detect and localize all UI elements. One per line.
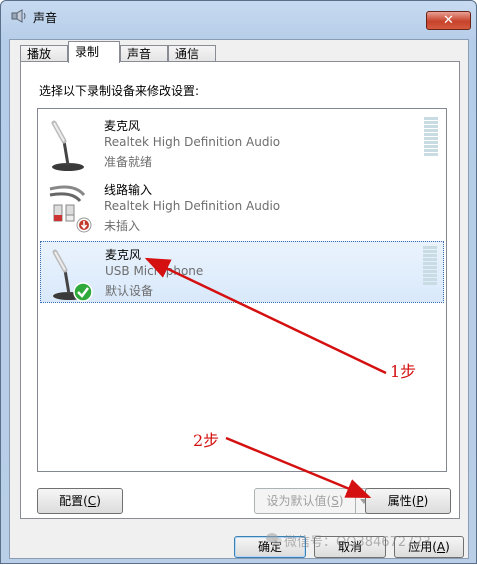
step-2-annotation: 2步 [193, 431, 220, 450]
access-key: A [436, 540, 446, 554]
device-driver: USB Microphone [105, 264, 204, 278]
device-status: 默认设备 [105, 284, 154, 298]
device-name: 麦克风 [105, 248, 142, 262]
device-status: 准备就绪 [104, 155, 153, 169]
level-meter [424, 117, 438, 159]
device-name: 麦克风 [104, 119, 141, 133]
button-label: 属性( [387, 494, 417, 508]
access-key: S [331, 494, 339, 508]
button-label-end: ) [96, 494, 101, 508]
close-button[interactable]: ✕ [426, 11, 471, 30]
access-key: C [87, 494, 97, 508]
device-driver: Realtek High Definition Audio [104, 199, 281, 213]
speaker-icon [11, 9, 26, 23]
device-driver: Realtek High Definition Audio [104, 135, 281, 149]
device-list[interactable]: 麦克风 Realtek High Definition Audio 准备就绪 线… [37, 108, 447, 472]
device-item-line-in[interactable]: 线路输入 Realtek High Definition Audio 未插入 [40, 177, 444, 239]
watermark-text: 微信号：QQ384672723 [284, 535, 431, 550]
device-item-usb-microphone[interactable]: 麦克风 USB Microphone 默认设备 [40, 241, 444, 303]
button-label-end: ) [445, 540, 450, 554]
properties-button[interactable]: 属性(P) [365, 488, 451, 514]
device-name: 线路输入 [104, 183, 153, 197]
microphone-icon [51, 120, 84, 171]
recording-panel: 选择以下录制设备来修改设置: 麦克风 Realtek High Definiti… [20, 61, 460, 519]
instructions-text: 选择以下录制设备来修改设置: [39, 84, 200, 98]
window-title: 声音 [33, 11, 58, 25]
sound-dialog-window: 声音 ✕ 播放 录制 声音 通信 选择以下录制设备来修改设置: 麦克风 Real… [0, 0, 477, 564]
button-label-end: ) [423, 494, 429, 508]
title-bar[interactable]: 声音 ✕ [1, 1, 476, 31]
step-1-annotation: 1步 [390, 362, 417, 381]
tab-recording[interactable]: 录制 [68, 41, 120, 63]
button-label: 设为默认值( [266, 494, 332, 508]
access-key: P [416, 494, 424, 508]
level-meter [423, 246, 437, 288]
wechat-icon [266, 533, 282, 545]
button-label-end: ) [338, 494, 344, 508]
unplugged-icon [76, 217, 92, 233]
default-check-icon [73, 282, 93, 302]
device-item-microphone-realtek[interactable]: 麦克风 Realtek High Definition Audio 准备就绪 [40, 113, 444, 175]
device-status: 未插入 [104, 219, 141, 233]
button-label: 配置( [59, 494, 88, 508]
set-default-button[interactable]: 设为默认值(S) [254, 488, 356, 514]
dialog-client-area: 播放 录制 声音 通信 选择以下录制设备来修改设置: 麦克风 Realtek H… [9, 39, 469, 559]
configure-button[interactable]: 配置(C) [37, 488, 123, 514]
